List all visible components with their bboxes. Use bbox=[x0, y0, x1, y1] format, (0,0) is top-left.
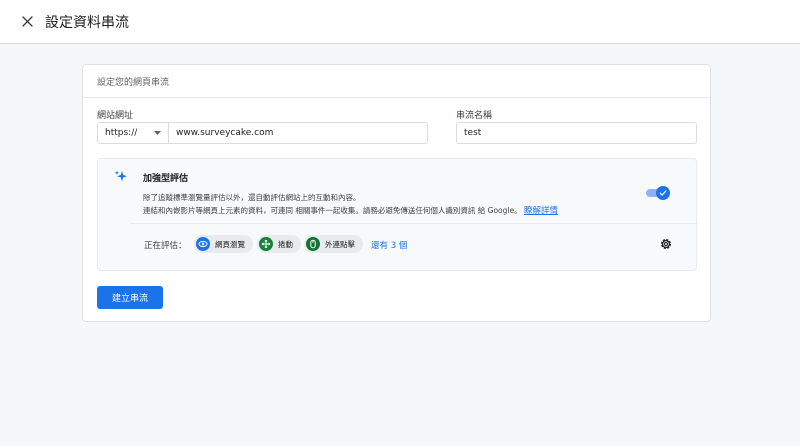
stream-name-label: 串流名稱 bbox=[456, 111, 493, 121]
learn-more-link[interactable]: 瞭解詳情 bbox=[524, 206, 558, 216]
header: 設定資料串流 bbox=[0, 0, 800, 44]
stream-name-input[interactable]: test bbox=[456, 122, 697, 144]
enhanced-measurement-desc-2: 連結和內嵌影片等網頁上元素的資料，可連同 相關事件一起收集。請務必避免傳送任何個… bbox=[143, 204, 558, 216]
measuring-label: 正在評估： bbox=[144, 241, 187, 251]
page-title: 設定資料串流 bbox=[45, 14, 129, 31]
check-icon bbox=[659, 190, 667, 196]
scroll-icon bbox=[259, 237, 273, 251]
close-button[interactable] bbox=[19, 14, 35, 30]
close-icon bbox=[21, 16, 33, 27]
stream-name-value: test bbox=[464, 128, 482, 138]
website-url-label: 網站網址 bbox=[97, 111, 134, 121]
enhanced-measurement-desc-1: 除了追蹤標準瀏覽量評估以外，還自動評估網站上的互動和內容。 bbox=[143, 193, 361, 202]
chip-label: 網頁瀏覽 bbox=[215, 239, 245, 249]
panel-divider bbox=[130, 223, 698, 224]
enhanced-measurement-panel: 加強型評估 除了追蹤標準瀏覽量評估以外，還自動評估網站上的互動和內容。 連結和內… bbox=[97, 158, 698, 271]
sparkle-icon bbox=[114, 170, 127, 182]
eye-icon bbox=[196, 237, 210, 251]
enhanced-measurement-desc-2-text: 連結和內嵌影片等網頁上元素的資料，可連同 相關事件一起收集。請務必避免傳送任何個… bbox=[143, 206, 522, 215]
chip-label: 外連點擊 bbox=[325, 239, 355, 249]
mouse-icon bbox=[306, 237, 320, 251]
caret-down-icon bbox=[154, 131, 161, 135]
card-title: 設定您的網頁串流 bbox=[97, 78, 170, 88]
chip-label: 捲動 bbox=[278, 239, 293, 249]
url-input[interactable]: www.surveycake.com bbox=[169, 122, 428, 144]
create-stream-button[interactable]: 建立串流 bbox=[97, 286, 163, 309]
toggle-knob bbox=[656, 186, 670, 200]
protocol-value: https:// bbox=[105, 128, 138, 138]
chip-page-views: 網頁瀏覽 bbox=[194, 235, 253, 253]
gear-icon[interactable] bbox=[659, 237, 673, 251]
enhanced-measurement-toggle[interactable] bbox=[646, 186, 670, 200]
stream-setup-card: 設定您的網頁串流 網站網址 串流名稱 https:// www.surveyca… bbox=[82, 64, 711, 322]
chip-outbound-clicks: 外連點擊 bbox=[304, 235, 363, 253]
card-divider bbox=[83, 97, 710, 98]
url-value: www.surveycake.com bbox=[176, 128, 274, 138]
chip-scrolls: 捲動 bbox=[257, 235, 301, 253]
protocol-select[interactable]: https:// bbox=[97, 122, 169, 144]
more-events-link[interactable]: 還有 3 個 bbox=[371, 239, 407, 251]
enhanced-measurement-title: 加強型評估 bbox=[143, 174, 189, 184]
